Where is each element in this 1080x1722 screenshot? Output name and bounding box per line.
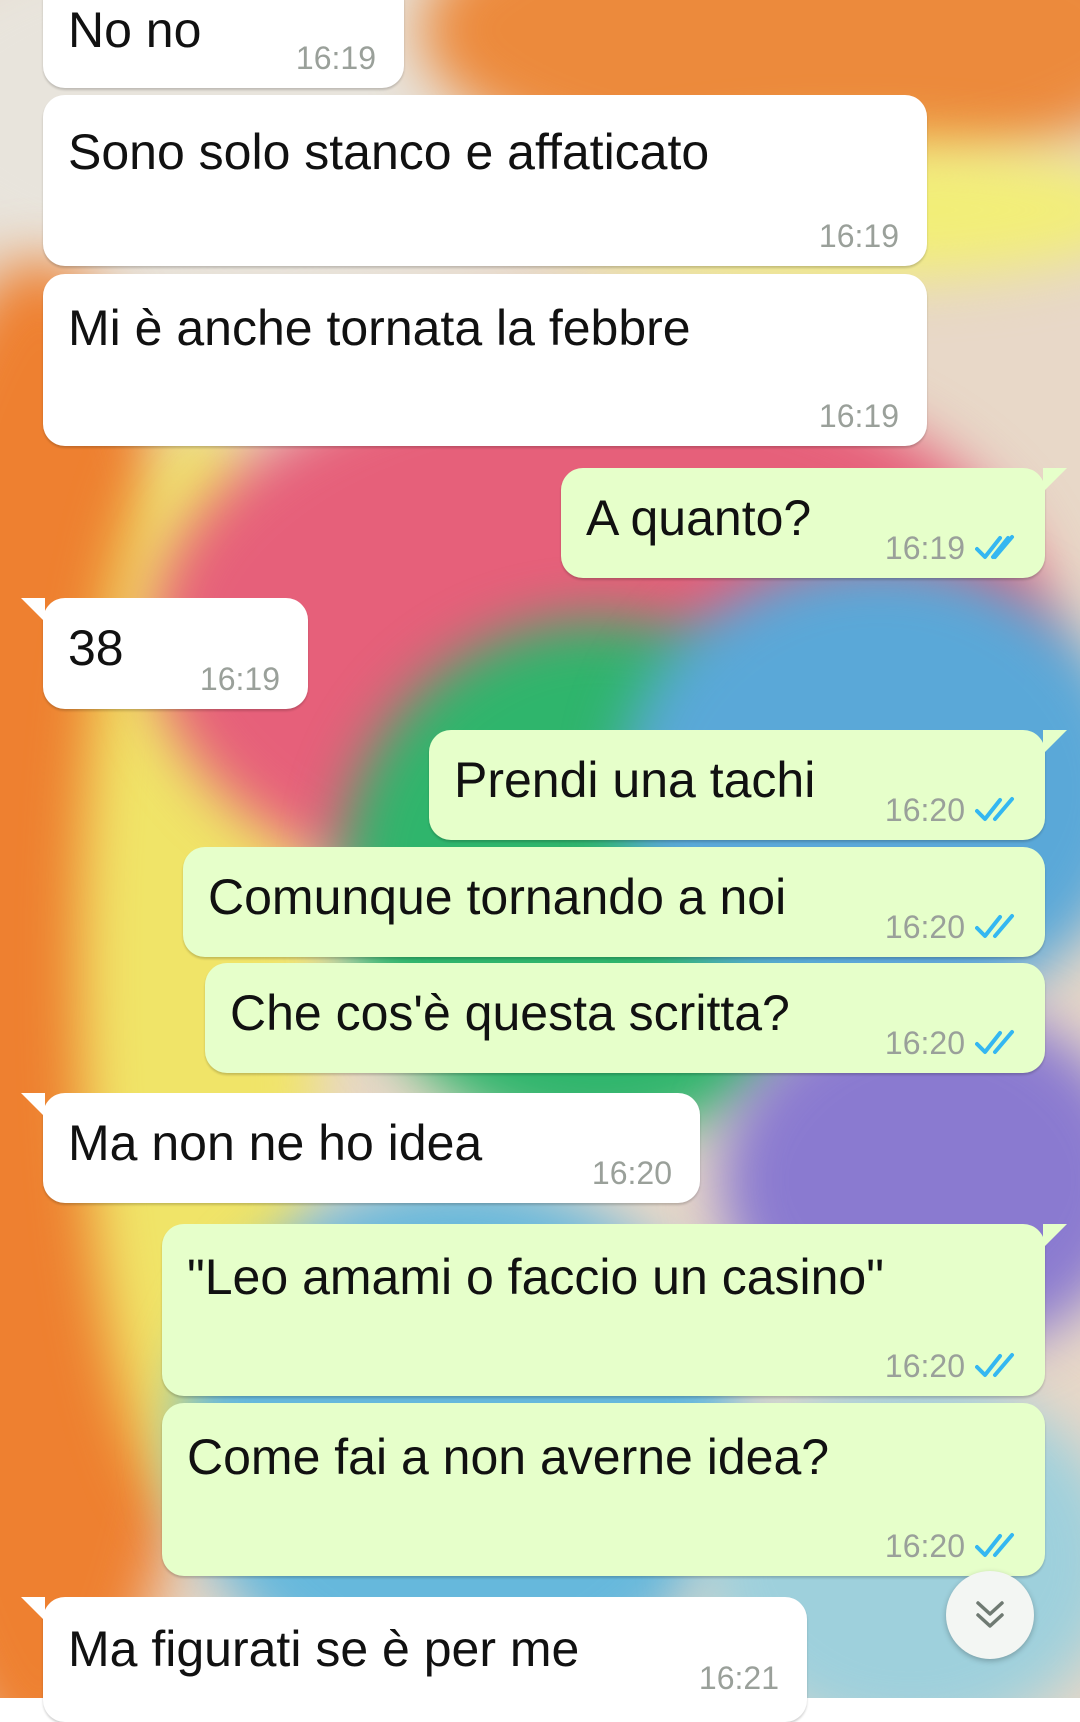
message-time: 16:20 <box>884 792 965 828</box>
message-bubble-outgoing[interactable]: Come fai a non averne idea? 16:20 <box>162 1403 1045 1576</box>
bubble-tail <box>21 1597 45 1621</box>
bubble-tail <box>1043 1224 1067 1248</box>
message-time: 16:19 <box>818 398 899 434</box>
message-time: 16:21 <box>698 1660 779 1696</box>
message-time: 16:20 <box>591 1155 672 1191</box>
message-time: 16:20 <box>884 909 965 945</box>
bubble-tail <box>21 598 45 622</box>
message-text: "Leo amami o faccio un casino" <box>187 1249 884 1305</box>
message-bubble-outgoing[interactable]: Comunque tornando a noi 16:20 <box>183 847 1045 957</box>
message-text: Mi è anche tornata la febbre <box>68 300 691 356</box>
message-text: Ma non ne ho idea <box>68 1115 483 1171</box>
message-time: 16:19 <box>818 218 899 254</box>
message-text: 38 <box>68 620 124 676</box>
message-time: 16:20 <box>884 1025 965 1061</box>
message-text: Ma figurati se è per me <box>68 1621 580 1677</box>
double-check-icon <box>975 1533 1014 1557</box>
message-text: No no <box>68 2 202 58</box>
message-bubble-outgoing[interactable]: Che cos'è questa scritta? 16:20 <box>205 963 1045 1073</box>
message-bubble-incoming[interactable]: Ma non ne ho idea 16:20 <box>21 1093 700 1203</box>
bubble-tail <box>1043 468 1067 492</box>
message-bubble-outgoing[interactable]: A quanto? 16:19 <box>561 468 1067 578</box>
message-text: A quanto? <box>586 490 812 546</box>
message-time: 16:20 <box>884 1528 965 1564</box>
message-time: 16:20 <box>884 1348 965 1384</box>
message-text: Prendi una tachi <box>454 752 816 808</box>
message-time: 16:19 <box>199 661 280 697</box>
message-bubble-incoming[interactable]: Mi è anche tornata la febbre 16:19 <box>43 274 927 446</box>
message-text: Sono solo stanco e affaticato <box>68 124 710 180</box>
bubble-tail <box>21 1093 45 1117</box>
message-text: Comunque tornando a noi <box>208 869 787 925</box>
chevron-double-down-icon <box>976 1601 1004 1628</box>
message-bubble-incoming[interactable]: 38 16:19 <box>21 598 308 709</box>
message-bubble-outgoing[interactable]: Prendi una tachi 16:20 <box>429 730 1067 840</box>
scroll-to-bottom-button[interactable] <box>946 1571 1034 1659</box>
double-check-icon <box>975 914 1014 938</box>
message-text: Che cos'è questa scritta? <box>230 985 790 1041</box>
message-text: Come fai a non averne idea? <box>187 1429 830 1485</box>
message-bubble-incoming[interactable]: Sono solo stanco e affaticato 16:19 <box>43 95 927 266</box>
message-time: 16:19 <box>884 530 965 566</box>
double-check-icon <box>975 1030 1014 1054</box>
message-bubble-incoming[interactable]: No no 16:19 <box>43 0 404 88</box>
message-time: 16:19 <box>295 40 376 76</box>
message-bubble-outgoing[interactable]: "Leo amami o faccio un casino" 16:20 <box>162 1224 1067 1396</box>
double-check-icon <box>975 797 1014 821</box>
message-bubble-incoming[interactable]: Ma figurati se è per me 16:21 <box>21 1597 807 1722</box>
bubble-tail <box>1043 730 1067 754</box>
double-check-icon <box>975 535 1014 559</box>
double-check-icon <box>975 1353 1014 1377</box>
